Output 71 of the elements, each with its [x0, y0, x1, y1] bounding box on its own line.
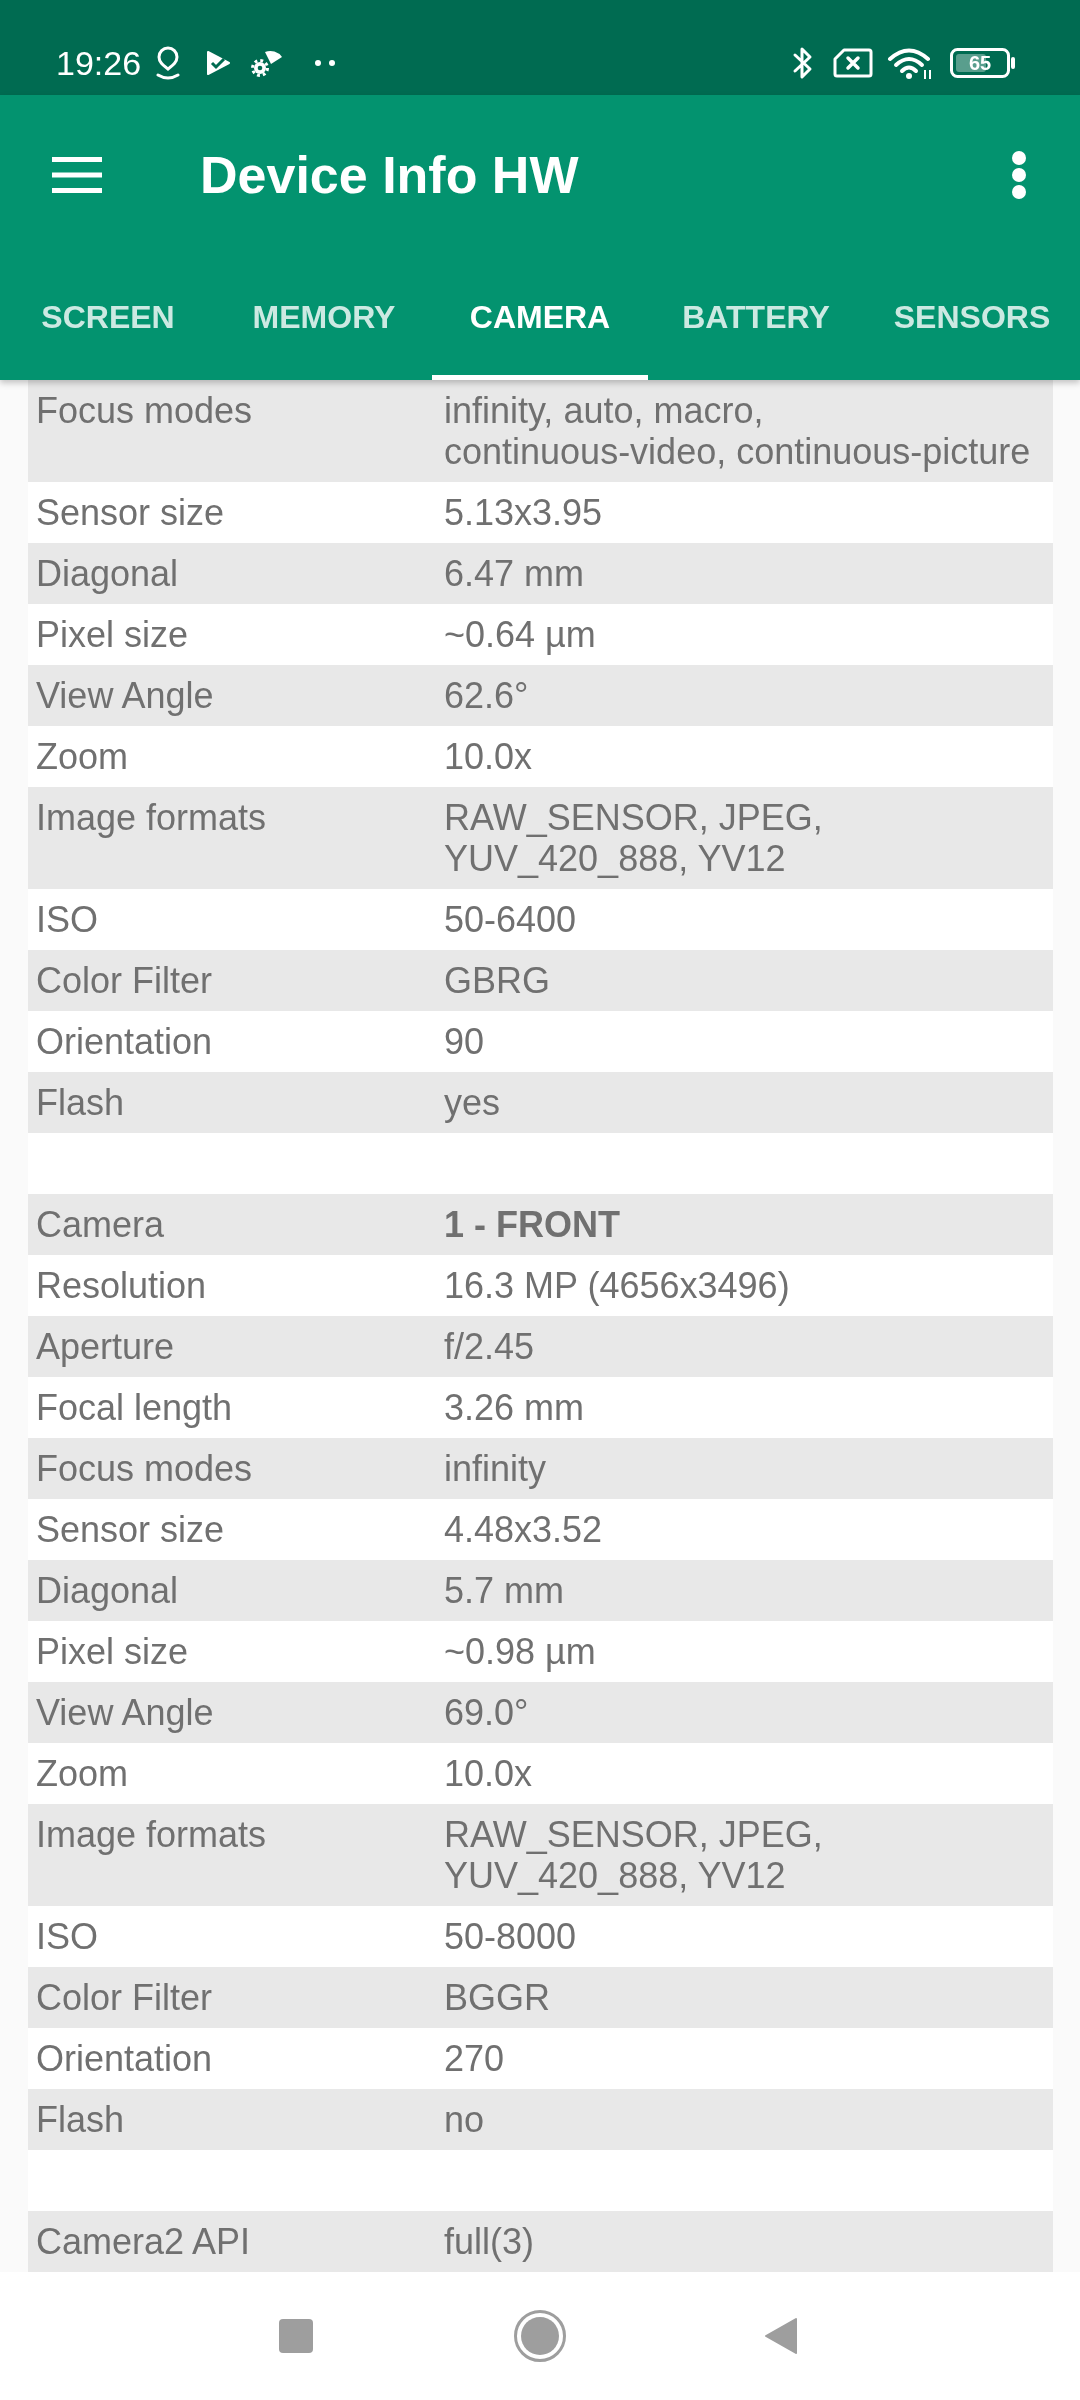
property-value: 270 — [444, 2038, 506, 2079]
property-name: Sensor size — [35, 492, 226, 533]
property-value: GBRG — [444, 960, 551, 1001]
property-name: Resolution — [35, 1265, 208, 1306]
property-name: Orientation — [35, 1021, 214, 1062]
tab[interactable]: BATTERY — [648, 254, 864, 380]
property-value: 5.13x3.95 — [444, 492, 604, 533]
property-name: Sensor size — [35, 1509, 226, 1550]
property-name: Pixel size — [35, 614, 190, 655]
tab[interactable]: SENSORS — [864, 254, 1080, 380]
property-name: ISO — [35, 1916, 99, 1957]
property-value: 62.6° — [444, 675, 530, 716]
property-value: RAW_SENSOR, JPEG, YUV_420_888, YV12 — [444, 797, 824, 879]
home-icon[interactable] — [514, 2310, 566, 2362]
back-icon[interactable] — [764, 2317, 798, 2355]
property-value: 90 — [444, 1021, 486, 1062]
property-name: Flash — [35, 2099, 126, 2140]
triangle-check-icon — [205, 48, 232, 77]
property-value: infinity — [444, 1448, 548, 1489]
battery-icon — [950, 47, 1016, 78]
property-name: Image formats — [35, 1814, 268, 1857]
property-name: Focus modes — [35, 1448, 254, 1489]
status-time: 19:26 — [56, 42, 142, 83]
property-value: 4.48x3.52 — [444, 1509, 604, 1550]
property-name: Orientation — [35, 2038, 214, 2079]
property-name: Zoom — [35, 736, 130, 777]
property-name: Flash — [35, 1082, 126, 1123]
property-value: no — [444, 2099, 486, 2140]
property-name: Focal length — [35, 1387, 234, 1428]
property-name: View Angle — [35, 1692, 215, 1733]
property-name: Diagonal — [35, 1570, 180, 1611]
property-value: 5.7 mm — [444, 1570, 566, 1611]
dots-icon — [314, 58, 337, 67]
pin-icon — [155, 44, 182, 81]
menu-icon[interactable] — [52, 156, 102, 193]
property-name: Color Filter — [35, 1977, 214, 2018]
property-name: Pixel size — [35, 1631, 190, 1672]
property-value: yes — [444, 1082, 502, 1123]
property-name: Camera2 API — [35, 2221, 252, 2262]
no-sim-icon — [833, 47, 873, 78]
tab[interactable]: SCREEN — [0, 254, 216, 380]
tab[interactable]: MEMORY — [216, 254, 432, 380]
property-value: 10.0x — [444, 1753, 534, 1794]
property-name: Aperture — [35, 1326, 176, 1367]
property-value: RAW_SENSOR, JPEG, YUV_420_888, YV12 — [444, 1814, 824, 1896]
property-value: 16.3 MP (4656x3496) — [444, 1265, 791, 1306]
property-value: 50-8000 — [444, 1916, 578, 1957]
property-value: full(3) — [444, 2221, 536, 2262]
property-value: 3.26 mm — [444, 1387, 586, 1428]
property-name: Diagonal — [35, 553, 180, 594]
property-value: f/2.45 — [444, 1326, 536, 1367]
property-name: Image formats — [35, 797, 268, 840]
app-title: Device Info HW — [200, 144, 580, 206]
wifi-icon — [887, 45, 933, 80]
property-name: Zoom — [35, 1753, 130, 1794]
property-name: View Angle — [35, 675, 215, 716]
property-value: ~0.64 µm — [444, 614, 597, 655]
property-value: 10.0x — [444, 736, 534, 777]
property-name: ISO — [35, 899, 99, 940]
more-options-icon[interactable] — [1011, 150, 1027, 199]
property-value: BGGR — [444, 1977, 551, 2018]
property-name: Focus modes — [35, 390, 254, 433]
property-name: Camera — [35, 1204, 166, 1245]
property-value: 69.0° — [444, 1692, 530, 1733]
property-value: 6.47 mm — [444, 553, 586, 594]
property-value: 50-6400 — [444, 899, 578, 940]
property-value: 1 - FRONT — [444, 1204, 622, 1245]
property-value: infinity, auto, macro, continuous-video, continuous-picture — [444, 390, 1032, 472]
battery-percent: 65 — [968, 52, 992, 73]
property-name: Color Filter — [35, 960, 214, 1001]
property-value: ~0.98 µm — [444, 1631, 597, 1672]
